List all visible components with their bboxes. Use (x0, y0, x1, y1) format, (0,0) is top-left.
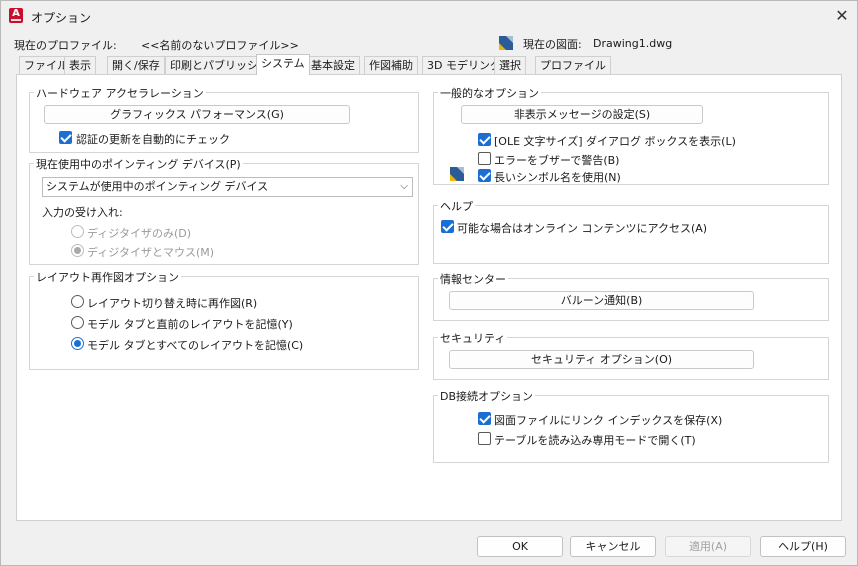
long-symbol-names-label: 長いシンボル名を使用(N) (494, 171, 621, 184)
regen-on-switch-label: レイアウト切り替え時に再作図(R) (87, 297, 258, 310)
ok-button[interactable]: OK (477, 536, 563, 557)
db-connect-title: DB接続オプション (438, 388, 536, 404)
pointing-device-value: システムが使用中のポインティング デバイス (46, 180, 269, 193)
security-group: セキュリティ セキュリティ オプション(O) (433, 330, 829, 380)
beep-on-error-label: エラーをブザーで警告(B) (494, 154, 620, 167)
balloon-notification-button[interactable]: バルーン通知(B) (449, 291, 754, 310)
tab-selection[interactable]: 選択 (494, 56, 526, 74)
digitizer-only-label: ディジタイザのみ(D) (87, 227, 192, 240)
graphics-performance-button[interactable]: グラフィックス パフォーマンス(G) (44, 105, 350, 124)
autocad-app-icon: A (9, 8, 23, 23)
hardware-acceleration-title: ハードウェア アクセラレーション (34, 85, 206, 101)
general-options-title: 一般的なオプション (438, 85, 541, 101)
digitizer-only-radio[interactable] (71, 225, 84, 238)
drawing-file-icon (450, 167, 464, 181)
online-content-checkbox[interactable] (441, 220, 454, 233)
readonly-tables-checkbox[interactable] (478, 432, 491, 445)
current-profile-value: <<名前のないプロファイル>> (141, 39, 299, 52)
pointing-device-group: 現在使用中のポインティング デバイス(P) システムが使用中のポインティング デ… (29, 156, 419, 265)
security-options-button[interactable]: セキュリティ オプション(O) (449, 350, 754, 369)
window-title: オプション (31, 11, 92, 25)
ole-dialog-checkbox[interactable] (478, 133, 491, 146)
tab-display[interactable]: 表示 (64, 56, 96, 74)
tab-system[interactable]: システム (256, 54, 310, 75)
db-connect-group: DB接続オプション 図面ファイルにリンク インデックスを保存(X) テーブルを読… (433, 388, 829, 463)
ole-dialog-label: [OLE 文字サイズ] ダイアログ ボックスを表示(L) (494, 135, 736, 148)
input-acceptance-label: 入力の受け入れ: (42, 206, 123, 219)
cancel-button[interactable]: キャンセル (570, 536, 656, 557)
title-bar: A オプション ✕ (0, 0, 858, 32)
link-index-checkbox[interactable] (478, 412, 491, 425)
current-profile-label: 現在のプロファイル: (14, 39, 117, 52)
apply-button[interactable]: 適用(A) (665, 536, 751, 557)
digitizer-mouse-radio[interactable] (71, 244, 84, 257)
chevron-down-icon: ⌵ (400, 181, 408, 192)
layout-regen-group: レイアウト再作図オプション レイアウト切り替え時に再作図(R) モデル タブと直… (29, 269, 419, 370)
regen-on-switch-radio[interactable] (71, 295, 84, 308)
security-title: セキュリティ (438, 330, 508, 346)
beep-on-error-checkbox[interactable] (478, 152, 491, 165)
pointing-device-select[interactable]: システムが使用中のポインティング デバイス ⌵ (42, 177, 413, 197)
cache-model-all-layouts-label: モデル タブとすべてのレイアウトを記憶(C) (87, 339, 304, 352)
online-content-label: 可能な場合はオンライン コンテンツにアクセス(A) (457, 222, 708, 235)
current-drawing-value: Drawing1.dwg (593, 37, 673, 50)
help-button[interactable]: ヘルプ(H) (760, 536, 846, 557)
cache-model-last-layout-label: モデル タブと直前のレイアウトを記憶(Y) (87, 318, 293, 331)
check-updates-label: 認証の更新を自動的にチェック (76, 133, 230, 146)
tab-open-save[interactable]: 開く/保存 (107, 56, 165, 74)
system-tab-panel: ハードウェア アクセラレーション グラフィックス パフォーマンス(G) 認証の更… (16, 74, 842, 521)
general-options-group: 一般的なオプション 非表示メッセージの設定(S) [OLE 文字サイズ] ダイア… (433, 85, 829, 185)
digitizer-mouse-label: ディジタイザとマウス(M) (87, 246, 215, 259)
info-center-group: 情報センター バルーン通知(B) (433, 271, 829, 321)
drawing-file-icon (499, 36, 513, 50)
layout-regen-title: レイアウト再作図オプション (34, 269, 181, 285)
tab-profiles[interactable]: プロファイル (535, 56, 611, 74)
tab-drafting[interactable]: 作図補助 (364, 56, 418, 74)
close-icon[interactable]: ✕ (832, 6, 852, 26)
hidden-messages-button[interactable]: 非表示メッセージの設定(S) (461, 105, 703, 124)
help-title: ヘルプ (438, 198, 475, 214)
readonly-tables-label: テーブルを読み込み専用モードで開く(T) (494, 434, 696, 447)
link-index-label: 図面ファイルにリンク インデックスを保存(X) (494, 414, 723, 427)
info-center-title: 情報センター (438, 271, 508, 287)
hardware-acceleration-group: ハードウェア アクセラレーション グラフィックス パフォーマンス(G) 認証の更… (29, 85, 419, 153)
tab-user-preferences[interactable]: 基本設定 (306, 56, 360, 74)
current-drawing-label: 現在の図面: (523, 38, 582, 51)
check-updates-checkbox[interactable] (59, 131, 72, 144)
cache-model-all-layouts-radio[interactable] (71, 337, 84, 350)
help-group: ヘルプ 可能な場合はオンライン コンテンツにアクセス(A) (433, 198, 829, 264)
cache-model-last-layout-radio[interactable] (71, 316, 84, 329)
long-symbol-names-checkbox[interactable] (478, 169, 491, 182)
pointing-device-title: 現在使用中のポインティング デバイス(P) (34, 156, 243, 172)
